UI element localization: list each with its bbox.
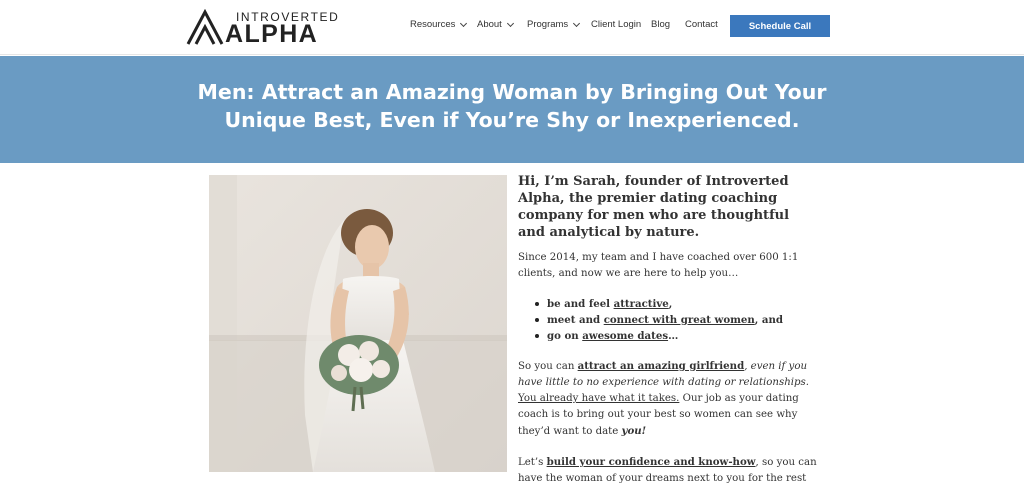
confidence-paragraph: Let’s build your confidence and know-how… [518,454,818,487]
chevron-down-icon [506,19,514,27]
site-header: INTROVERTED ALPHA Resources About Progra… [0,0,1024,55]
build-confidence-link[interactable]: build your confidence and know-how [547,456,756,468]
intro-heading: Hi, I’m Sarah, founder of Introverted Al… [518,174,790,240]
nav-item-client-login[interactable]: Client Login [591,19,641,30]
logo-text-bottom: ALPHA [225,20,319,48]
nav-item-programs[interactable]: Programs [527,19,581,30]
paragraph-text: Let’s [518,457,547,468]
list-item: meet and connect with great women, and [535,312,818,328]
nav-item-label: Contact [685,19,718,30]
nav-item-label: Programs [527,19,569,30]
bullet-text: go on [547,330,583,342]
hero-headline: Men: Attract an Amazing Woman by Bringin… [0,78,1024,134]
site-logo[interactable]: INTROVERTED ALPHA [186,7,338,48]
hero-headline-line2: Unique Best, Even if You’re Shy or Inexp… [224,108,800,132]
list-item: be and feel attractive, [535,296,818,312]
bullet-text: be and feel [547,298,614,310]
bullet-text: , and [754,314,784,326]
intro-copy: Hi, I’m Sarah, founder of Introverted Al… [518,173,818,487]
already-have-what-it-takes-link[interactable]: You already have what it takes. [518,393,679,404]
founder-photo [209,175,507,472]
chevron-mountain-icon [186,9,224,45]
paragraph-emphasis-you: you! [621,425,647,437]
chevron-down-icon [460,19,468,27]
nav-item-resources[interactable]: Resources [410,19,468,30]
attract-girlfriend-link[interactable]: attract an amazing girlfriend [578,360,745,372]
paragraph-text: So you can [518,361,578,372]
intro-paragraph: Since 2014, my team and I have coached o… [518,252,799,279]
nav-item-contact[interactable]: Contact [685,19,718,30]
schedule-call-button[interactable]: Schedule Call [730,15,830,37]
connect-with-great-women-link[interactable]: connect with great women [604,314,755,326]
bullet-text: meet and [547,314,604,326]
nav-item-label: Client Login [591,19,642,30]
nav-item-label: Blog [651,19,671,30]
hero-banner: Men: Attract an Amazing Woman by Bringin… [0,56,1024,163]
hero-headline-line1: Men: Attract an Amazing Woman by Bringin… [197,80,827,104]
list-item: go on awesome dates… [535,328,818,344]
nav-item-about[interactable]: About [477,19,514,30]
nav-item-label: About [477,19,502,30]
benefit-list: be and feel attractive, meet and connect… [535,296,818,344]
value-paragraph: So you can attract an amazing girlfriend… [518,358,818,440]
nav-item-blog[interactable]: Blog [651,19,670,30]
bullet-text: … [668,330,679,342]
nav-item-label: Resources [410,19,456,30]
chevron-down-icon [573,19,581,27]
awesome-dates-link[interactable]: awesome dates [582,330,668,342]
attractive-link[interactable]: attractive [614,298,669,310]
bullet-text: , [668,298,673,310]
